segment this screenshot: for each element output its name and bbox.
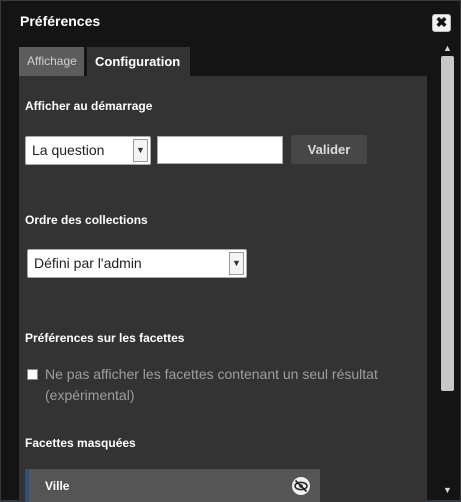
- chevron-down-icon: ▼: [229, 252, 244, 275]
- eye-slash-icon[interactable]: [292, 477, 310, 495]
- vertical-scrollbar[interactable]: ▲ ▼: [439, 41, 456, 497]
- close-button[interactable]: ✖: [432, 14, 451, 32]
- close-icon: ✖: [435, 14, 448, 30]
- startup-heading: Afficher au démarrage: [25, 99, 153, 113]
- tab-configuration[interactable]: Configuration: [87, 47, 190, 76]
- hidden-facet-label: Ville: [45, 479, 70, 493]
- hidden-facets-heading: Facettes masquées: [25, 436, 136, 450]
- hidden-facet-item: Ville: [25, 469, 320, 502]
- facets-prefs-heading: Préférences sur les facettes: [25, 331, 185, 345]
- collections-select-value: Défini par l'admin: [34, 255, 142, 271]
- validate-button[interactable]: Valider: [291, 135, 367, 164]
- scroll-up-icon[interactable]: ▲: [439, 41, 456, 55]
- chevron-down-icon: ▼: [133, 139, 148, 162]
- single-result-facets-label: Ne pas afficher les facettes contenant u…: [45, 366, 378, 403]
- collections-select[interactable]: Défini par l'admin ▼: [27, 249, 247, 278]
- startup-select[interactable]: La question ▼: [25, 136, 151, 165]
- collections-heading: Ordre des collections: [25, 213, 148, 227]
- scroll-down-icon[interactable]: ▼: [439, 483, 456, 497]
- single-result-facets-checkbox[interactable]: [27, 369, 38, 380]
- tab-affichage[interactable]: Affichage: [19, 47, 84, 76]
- scroll-thumb[interactable]: [441, 56, 454, 391]
- startup-input[interactable]: [157, 136, 283, 164]
- preferences-dialog: Préférences ✖ Affichage Configuration Af…: [0, 0, 461, 502]
- startup-select-value: La question: [32, 142, 105, 158]
- dialog-title: Préférences: [20, 13, 101, 29]
